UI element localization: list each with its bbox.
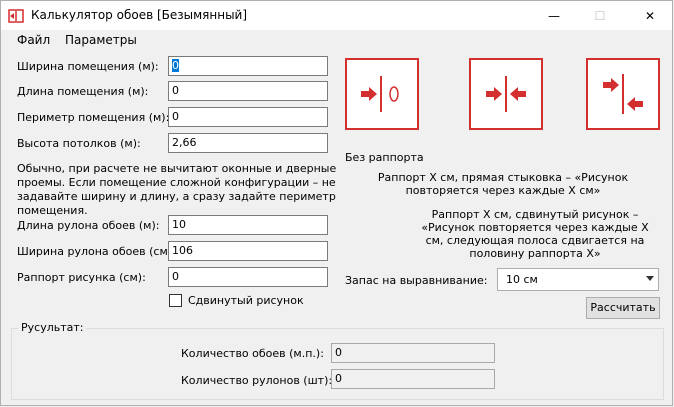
menu-file[interactable]: Файл	[17, 33, 50, 47]
app-window: Калькулятор обоев [Безымянный] — ☐ ✕ Фай…	[0, 0, 673, 406]
hint-text: Обычно, при расчете не вычитают оконные …	[17, 162, 337, 217]
maximize-button[interactable]: ☐	[577, 1, 623, 30]
checkbox-box[interactable]	[169, 294, 182, 307]
shifted-match-button[interactable]	[586, 58, 660, 130]
menu-params[interactable]: Параметры	[65, 33, 137, 47]
window-title: Калькулятор обоев [Безымянный]	[31, 8, 248, 22]
no-repeat-button[interactable]	[345, 58, 419, 130]
pattern-repeat-label: Раппорт рисунка (см):	[17, 271, 146, 284]
arrow-to-line-icon	[361, 76, 399, 112]
result-group	[11, 328, 664, 400]
app-icon	[8, 9, 24, 23]
no-repeat-caption: Без раппорта	[345, 151, 424, 164]
roll-width-label: Ширина рулона обоев (см):	[17, 245, 176, 258]
rolls-label: Количество рулонов (шт):	[181, 374, 333, 387]
menu-bar: Файл Параметры	[1, 30, 672, 50]
pattern-repeat-input[interactable]: 0	[168, 267, 328, 287]
chevron-down-icon	[646, 276, 654, 281]
title-bar: Калькулятор обоев [Безымянный] — ☐ ✕	[1, 1, 672, 30]
reserve-select[interactable]: 10 см	[497, 268, 659, 291]
room-width-label: Ширина помещения (м):	[17, 60, 159, 73]
shifted-pattern-checkbox[interactable]: Сдвинутый рисунок	[169, 294, 304, 307]
room-length-label: Длина помещения (м):	[17, 85, 149, 98]
room-perimeter-label: Периметр помещения (м):	[17, 111, 170, 124]
straight-match-button[interactable]	[469, 58, 543, 130]
reserve-label: Запас на выравнивание:	[345, 274, 488, 287]
ceiling-height-input[interactable]: 2,66	[168, 133, 328, 153]
reserve-value: 10 см	[506, 273, 538, 286]
roll-length-label: Длина рулона обоев (м):	[17, 219, 160, 232]
meters-label: Количество обоев (м.п.):	[181, 347, 324, 360]
room-length-input[interactable]: 0	[168, 81, 328, 101]
straight-match-caption: Раппорт X см, прямая стыковка – «Рисунок…	[377, 171, 629, 197]
rolls-output[interactable]: 0	[331, 369, 495, 389]
shifted-pattern-label: Сдвинутый рисунок	[188, 294, 304, 307]
shifted-match-caption: Раппорт X см, сдвинутый рисунок – «Рисун…	[421, 208, 649, 260]
roll-length-input[interactable]: 10	[168, 215, 328, 235]
roll-width-input[interactable]: 106	[168, 241, 328, 261]
room-width-value: 0	[172, 59, 179, 72]
room-width-input[interactable]: 0	[168, 56, 328, 76]
minimize-button[interactable]: —	[531, 1, 577, 30]
ceiling-height-label: Высота потолков (м):	[17, 137, 141, 150]
arrows-shifted-icon	[603, 74, 643, 114]
close-button[interactable]: ✕	[627, 1, 673, 30]
arrows-converge-icon	[486, 76, 526, 112]
result-group-title: Русультат:	[18, 321, 87, 334]
meters-output[interactable]: 0	[331, 343, 495, 363]
calculate-button[interactable]: Рассчитать	[586, 297, 660, 319]
room-perimeter-input[interactable]: 0	[168, 107, 328, 127]
